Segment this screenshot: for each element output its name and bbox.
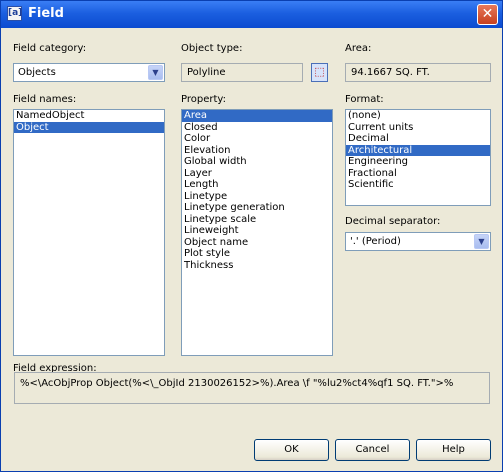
field-app-icon: [a]	[7, 6, 22, 21]
list-item[interactable]: Architectural	[346, 144, 490, 156]
field-names-label: Field names:	[13, 94, 77, 105]
object-type-label: Object type:	[181, 43, 243, 54]
list-item[interactable]: Area	[182, 110, 332, 122]
close-button[interactable]: ✕	[477, 4, 498, 25]
chevron-down-icon[interactable]: ▼	[148, 65, 163, 80]
field-dialog: [a] Field ✕ Field category: Objects ▼ Ob…	[0, 0, 503, 472]
list-item[interactable]: Current units	[346, 122, 490, 134]
list-item[interactable]: Lineweight	[182, 225, 332, 237]
list-item[interactable]: Closed	[182, 122, 332, 134]
object-type-value: Polyline	[187, 67, 226, 78]
property-list[interactable]: Area Closed Color Elevation Global width Laye…	[181, 109, 333, 356]
list-item[interactable]: Linetype generation	[182, 202, 332, 214]
field-category-select[interactable]: Objects ▼	[13, 63, 165, 82]
help-button[interactable]: Help	[416, 439, 491, 461]
list-item[interactable]: Object	[14, 121, 164, 133]
area-label: Area:	[345, 43, 372, 54]
list-item[interactable]: Linetype	[182, 191, 332, 203]
chevron-down-icon[interactable]: ▼	[474, 234, 489, 249]
dialog-title: Field	[28, 6, 64, 21]
area-field: 94.1667 SQ. FT.	[345, 63, 491, 82]
list-item[interactable]: Linetype scale	[182, 214, 332, 226]
object-type-field: Polyline	[181, 63, 303, 82]
area-value: 94.1667 SQ. FT.	[351, 67, 430, 78]
field-category-value: Objects	[18, 67, 56, 78]
list-item[interactable]: Fractional	[346, 168, 490, 180]
list-item[interactable]: Elevation	[182, 145, 332, 157]
select-object-button[interactable]: ⬚	[311, 63, 328, 82]
field-expression-value: %<\AcObjProp Object(%<\_ObjId 2130026152…	[20, 378, 454, 389]
list-item[interactable]: Global width	[182, 156, 332, 168]
list-item[interactable]: Color	[182, 133, 332, 145]
format-label: Format:	[345, 94, 384, 105]
list-item[interactable]: Length	[182, 179, 332, 191]
ok-button[interactable]: OK	[254, 439, 329, 461]
title-bar[interactable]: [a] Field ✕	[1, 1, 502, 28]
decimal-separator-label: Decimal separator:	[345, 216, 441, 227]
field-names-list[interactable]: NamedObject Object	[13, 109, 165, 356]
cancel-button[interactable]: Cancel	[335, 439, 410, 461]
decimal-separator-select[interactable]: '.' (Period) ▼	[345, 232, 491, 251]
decimal-separator-value: '.' (Period)	[350, 236, 401, 247]
field-expression-box[interactable]: %<\AcObjProp Object(%<\_ObjId 2130026152…	[14, 372, 490, 404]
field-category-label: Field category:	[13, 43, 87, 54]
list-item[interactable]: NamedObject	[14, 110, 164, 122]
list-item[interactable]: Object name	[182, 237, 332, 249]
select-object-icon: ⬚	[314, 65, 325, 78]
format-list[interactable]: (none) Current units Decimal Architectural E…	[345, 109, 491, 206]
list-item[interactable]: Plot style	[182, 248, 332, 260]
close-icon: ✕	[481, 6, 494, 22]
list-item[interactable]: Scientific	[346, 179, 490, 191]
property-label: Property:	[181, 94, 226, 105]
list-item[interactable]: Layer	[182, 168, 332, 180]
list-item[interactable]: (none)	[346, 110, 490, 122]
list-item[interactable]: Thickness	[182, 260, 332, 272]
list-item[interactable]: Engineering	[346, 156, 490, 168]
list-item[interactable]: Decimal	[346, 133, 490, 145]
